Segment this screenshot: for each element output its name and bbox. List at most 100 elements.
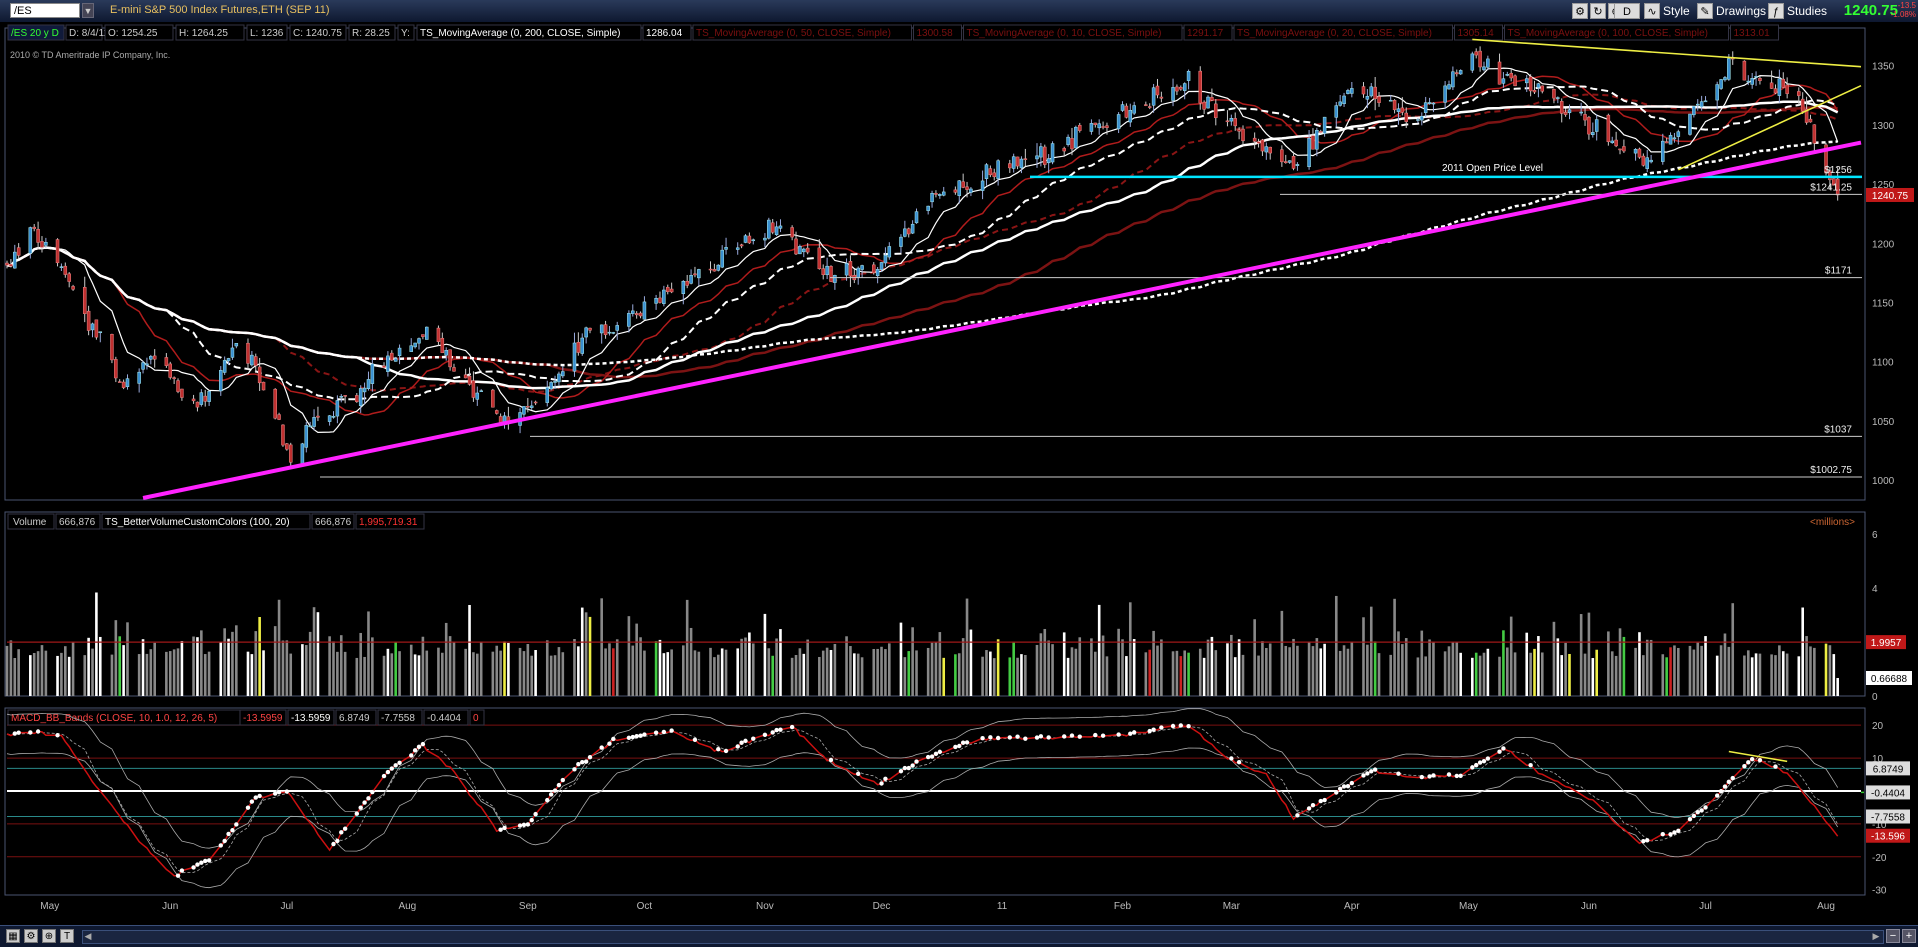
chart-area[interactable]: 10001050110011501200125013001350 0246 -3… [0, 22, 1918, 925]
candle-body [1307, 137, 1311, 168]
candle-body [1478, 50, 1482, 68]
style-button[interactable]: Style [1663, 3, 1690, 19]
zoom-out-icon[interactable]: − [1886, 929, 1900, 943]
studies-button[interactable]: Studies [1787, 3, 1827, 19]
drawings-button[interactable]: Drawings [1716, 3, 1766, 19]
candle-body [5, 262, 9, 266]
volume-bar [1319, 648, 1323, 696]
candle-body [1241, 128, 1245, 142]
volume-bar [301, 644, 304, 696]
volume-bar [1175, 650, 1179, 696]
volume-bar [1397, 631, 1400, 696]
candle-body [599, 324, 604, 334]
macd-up-dot [272, 791, 278, 796]
candle-body [1159, 96, 1164, 99]
volume-bar [421, 636, 425, 696]
candle-body [172, 377, 176, 379]
volume-bar [1704, 636, 1707, 696]
chart-label: /ES 20 y D [11, 28, 59, 39]
symbol-dropdown-icon[interactable]: ▼ [82, 3, 94, 18]
volume-bar [522, 651, 526, 696]
candle-body [557, 373, 561, 383]
volume-bar [1346, 648, 1350, 696]
volume-bar [615, 639, 619, 696]
macd-up-dot [498, 827, 503, 832]
macd-up-dot [1128, 731, 1133, 736]
macd-up-dot [980, 735, 985, 741]
macd-up-dot [1046, 735, 1051, 740]
macd-up-dot [964, 740, 970, 745]
macd-up-dot [1159, 725, 1164, 730]
volume-bar [464, 648, 467, 696]
macd-up-dot [778, 727, 783, 732]
candle-body [522, 406, 526, 415]
volume-bar [1486, 648, 1490, 696]
candle-body [763, 237, 767, 241]
volume-bar [600, 598, 603, 696]
crosshair-icon[interactable]: ⊕ [42, 929, 56, 943]
macd-tick-label: -30 [1872, 886, 1887, 897]
volume-bar [1785, 653, 1789, 696]
gear-icon[interactable]: ⚙ [24, 929, 38, 943]
macd-value-1: -13.5959 [243, 713, 283, 724]
style-icon[interactable]: ∿ [1644, 3, 1660, 19]
volume-bar [1292, 638, 1295, 696]
volume-bar [137, 654, 141, 696]
volume-bar [495, 645, 499, 696]
candle-body [366, 379, 371, 389]
x-tick-label: Aug [1817, 901, 1835, 912]
candle-body [1758, 78, 1762, 82]
candle-body [549, 382, 553, 390]
candle-body [1214, 103, 1218, 118]
candle-body [693, 273, 697, 276]
studies-icon[interactable]: ƒ [1768, 3, 1784, 19]
macd-value-4: -7.7558 [381, 713, 415, 724]
candle-body [1264, 146, 1269, 153]
candle-body [1470, 53, 1475, 71]
symbol-input[interactable]: /ES [10, 3, 80, 18]
candle-body [1591, 132, 1595, 135]
candle-body [965, 186, 969, 190]
volume-bar [790, 657, 794, 696]
volume-bar [444, 622, 448, 696]
macd-up-dot [55, 733, 60, 738]
candle-body [584, 327, 588, 338]
macd-up-dot [222, 838, 227, 844]
candle-body [222, 360, 227, 373]
candle-body [1322, 116, 1327, 134]
aggregation-button[interactable]: D [1614, 3, 1640, 19]
candle-body [164, 357, 169, 366]
zoom-in-icon[interactable]: + [1902, 929, 1916, 943]
macd-up-dot [739, 740, 744, 745]
candle-body [1645, 157, 1649, 169]
macd-up-dot [642, 732, 647, 737]
volume-bar [573, 639, 576, 696]
text-icon[interactable]: T [60, 929, 74, 943]
volume-bar [1614, 655, 1618, 696]
grid-icon[interactable]: ▦ [6, 929, 20, 943]
settings-icon[interactable]: ⚙ [1572, 3, 1588, 19]
volume-bar [1105, 656, 1109, 696]
time-scrollbar[interactable] [82, 930, 1884, 944]
price-tick-label: 1150 [1872, 299, 1894, 310]
candle-body [191, 398, 196, 402]
volume-bar [526, 644, 530, 696]
macd-up-dot [370, 789, 375, 795]
volume-bar [1233, 657, 1237, 696]
volume-bar [235, 625, 238, 696]
scroll-left-icon[interactable]: ◀ [82, 930, 94, 942]
volume-bar [1210, 636, 1214, 696]
drawings-icon[interactable]: ✎ [1697, 3, 1713, 19]
macd-badge: -0.4404 [1871, 788, 1905, 799]
scroll-right-icon[interactable]: ▶ [1870, 930, 1882, 942]
copyright-text: 2010 © TD Ameritrade IP Company, Inc. [10, 50, 170, 60]
candle-body [724, 247, 728, 250]
candle-body [316, 415, 320, 418]
macd-up-dot [284, 789, 290, 794]
volume-bar [262, 650, 265, 696]
candle-body [634, 313, 639, 316]
candle-body [821, 268, 825, 275]
macd-up-dot [1722, 784, 1728, 789]
refresh-icon[interactable]: ↻ [1590, 3, 1606, 19]
volume-bar [273, 626, 277, 696]
